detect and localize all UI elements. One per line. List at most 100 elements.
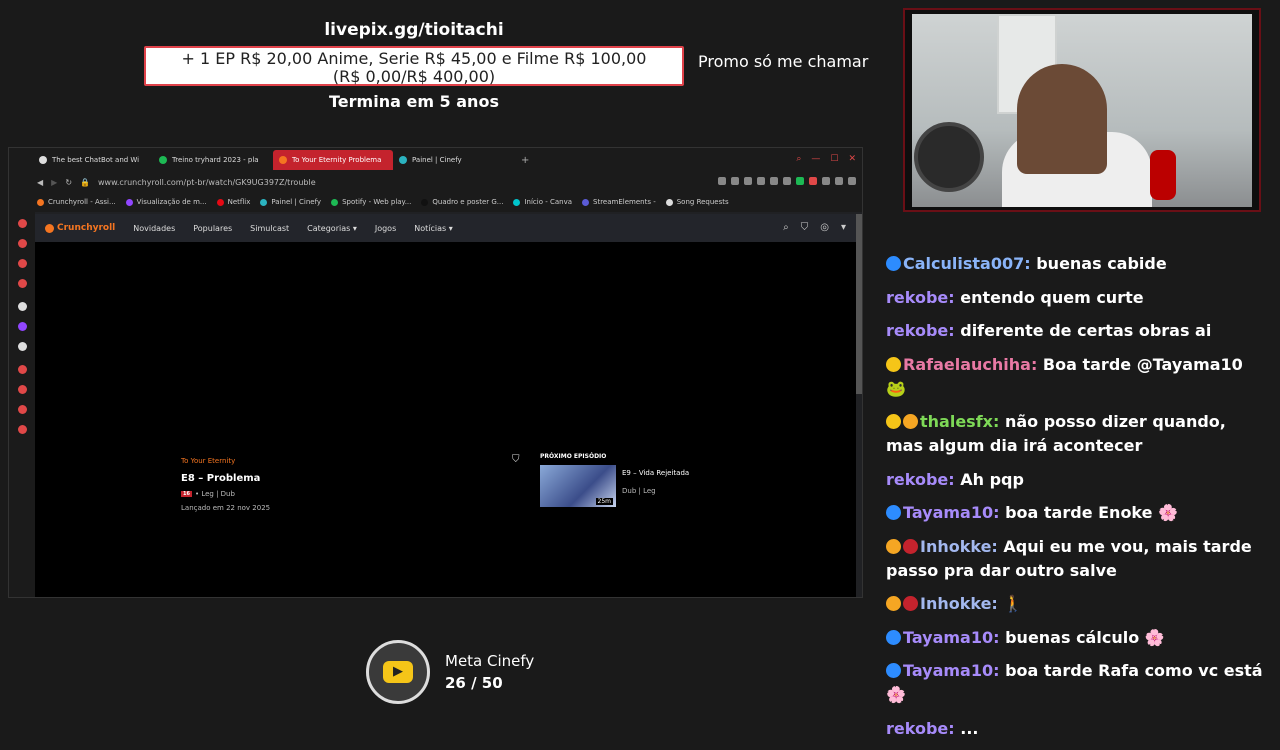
bookmark-favicon: [37, 198, 44, 206]
chat-username[interactable]: rekobe:: [886, 719, 955, 738]
play-icon[interactable]: [770, 177, 778, 185]
shield-icon[interactable]: [757, 177, 765, 185]
goal-ends: Termina em 5 anos: [329, 92, 499, 111]
bookmark-item[interactable]: Spotify - Web play...: [331, 198, 411, 206]
episode-info: To Your Eternity E8 – Problema 16 • Leg …: [181, 457, 270, 512]
extension-icon[interactable]: [796, 177, 804, 185]
nav-item-simulcast[interactable]: Simulcast: [250, 224, 289, 233]
tab-favicon: [399, 156, 407, 164]
chat-username[interactable]: Inhokke:: [920, 594, 998, 613]
chat-username[interactable]: Inhokke:: [920, 537, 998, 556]
next-episode[interactable]: PRÓXIMO EPISÓDIO 25m E9 – Vida Rejeitada…: [540, 453, 689, 507]
bookmark-item[interactable]: Visualização de m...: [125, 198, 207, 206]
chat-text: 🚶: [1003, 594, 1024, 613]
lock-icon: 🔒: [80, 177, 90, 187]
forward-icon[interactable]: ▶: [51, 178, 57, 187]
zoom-icon[interactable]: [718, 177, 726, 185]
sidebar-icon[interactable]: [17, 239, 27, 248]
bookmark-item[interactable]: Painel | Cinefy: [260, 198, 321, 206]
crunchyroll-nav: Crunchyroll Novidades Populares Simulcas…: [35, 214, 856, 242]
bookmark-item[interactable]: Netflix: [216, 198, 250, 206]
nav-item-noticias[interactable]: Notícias ▾: [414, 224, 453, 233]
reload-icon[interactable]: ↻: [65, 178, 72, 187]
tab-favicon: [39, 156, 47, 164]
chat-message: Rafaelauchiha: Boa tarde @Tayama10 🐸: [886, 353, 1266, 401]
heart-icon[interactable]: [783, 177, 791, 185]
maximize-icon[interactable]: ☐: [830, 154, 838, 164]
next-episode-row: 25m E9 – Vida Rejeitada Dub | Leg: [540, 465, 689, 507]
back-icon[interactable]: ◀: [37, 178, 43, 187]
pin-icon[interactable]: [731, 177, 739, 185]
menu-icon[interactable]: [848, 177, 856, 185]
bookmark-item[interactable]: Quadro e poster G...: [421, 198, 503, 206]
search-icon[interactable]: ⌕: [796, 154, 801, 164]
chat-username[interactable]: Tayama10:: [903, 628, 1000, 647]
chat-text: boa tarde Enoke 🌸: [1005, 503, 1178, 522]
meta-progress-ring: ▶: [366, 640, 430, 704]
series-link[interactable]: To Your Eternity: [181, 457, 270, 465]
x-icon[interactable]: [17, 342, 27, 351]
bookmark-icon[interactable]: ⛉: [801, 222, 809, 233]
chat-text: diferente de certas obras ai: [960, 321, 1212, 340]
bookmark-item[interactable]: Song Requests: [665, 198, 729, 206]
close-icon[interactable]: ✕: [848, 154, 856, 164]
chat-badge-icon: [886, 596, 901, 611]
twitch-icon[interactable]: [17, 322, 27, 331]
chat-message: Tayama10: boa tarde Rafa como vc está 🌸: [886, 659, 1266, 707]
next-episode-title[interactable]: E9 – Vida Rejeitada: [622, 469, 689, 477]
bookmark-favicon: [125, 198, 133, 206]
search-icon[interactable]: ⌕: [783, 222, 789, 233]
sidebar-icon[interactable]: [17, 302, 27, 311]
chat-username[interactable]: thalesfx:: [920, 412, 999, 431]
chat-message: thalesfx: não posso dizer quando, mas al…: [886, 410, 1266, 458]
sidebar-icon[interactable]: [17, 219, 27, 228]
chevron-down-icon[interactable]: ▾: [841, 222, 846, 233]
sidebar-icon[interactable]: [17, 405, 27, 414]
nav-item-populares[interactable]: Populares: [193, 224, 232, 233]
crunchyroll-logo[interactable]: Crunchyroll: [45, 223, 115, 233]
chat-username[interactable]: rekobe:: [886, 470, 955, 489]
bookmark-favicon: [216, 198, 224, 206]
browser-tab[interactable]: To Your Eternity Problema: [273, 150, 393, 170]
browser-tab[interactable]: The best ChatBot and Wi: [33, 150, 153, 170]
chat-username[interactable]: Rafaelauchiha:: [903, 355, 1037, 374]
chat-badge-icon: [903, 414, 918, 429]
browser-window: The best ChatBot and Wi Treino tryhard 20…: [8, 147, 863, 598]
bookmark-item[interactable]: Crunchyroll - Assi...: [37, 198, 116, 206]
chat-username[interactable]: Calculista007:: [903, 254, 1031, 273]
bookmark-icon[interactable]: ⛉: [512, 454, 520, 465]
extension-icon[interactable]: [835, 177, 843, 185]
sidebar-icon[interactable]: [17, 425, 27, 434]
bookmark-item[interactable]: StreamElements -: [582, 198, 656, 206]
streamer-head: [1017, 64, 1107, 174]
goal-url: livepix.gg/tioitachi: [324, 20, 504, 40]
tab-favicon: [159, 156, 167, 164]
chat-username[interactable]: rekobe:: [886, 288, 955, 307]
new-tab-icon[interactable]: +: [521, 155, 529, 166]
chat-text: Ah pqp: [960, 469, 1024, 489]
browser-tab[interactable]: Painel | Cinefy: [393, 150, 513, 170]
chat-username[interactable]: rekobe:: [886, 321, 955, 340]
chat-username[interactable]: Tayama10:: [903, 503, 1000, 522]
tab-favicon: [279, 156, 287, 164]
next-episode-thumbnail[interactable]: 25m: [540, 465, 616, 507]
nav-item-novidades[interactable]: Novidades: [133, 224, 175, 233]
nav-item-jogos[interactable]: Jogos: [375, 224, 396, 233]
sidebar-icon[interactable]: [17, 365, 27, 374]
sidebar-icon[interactable]: [17, 385, 27, 394]
snapshot-icon[interactable]: [744, 177, 752, 185]
scrollbar[interactable]: [856, 214, 862, 394]
url-field[interactable]: www.crunchyroll.com/pt-br/watch/GK9UG397…: [98, 178, 316, 187]
goal-line1: + 1 EP R$ 20,00 Anime, Serie R$ 45,00 e …: [181, 49, 647, 68]
sidebar-icon[interactable]: [17, 259, 27, 268]
bookmark-item[interactable]: Início - Canva: [513, 198, 572, 206]
nav-item-categorias[interactable]: Categorias ▾: [307, 224, 357, 233]
sidebar-icon[interactable]: [17, 279, 27, 288]
chat-username[interactable]: Tayama10:: [903, 661, 1000, 680]
avatar[interactable]: ◎: [820, 222, 829, 233]
minimize-icon[interactable]: —: [811, 154, 820, 164]
browser-tab[interactable]: Treino tryhard 2023 - pla: [153, 150, 273, 170]
extension-icon[interactable]: [809, 177, 817, 185]
extension-icon[interactable]: [822, 177, 830, 185]
chat-list: Calculista007: buenas cabide rekobe: ente…: [886, 252, 1266, 750]
